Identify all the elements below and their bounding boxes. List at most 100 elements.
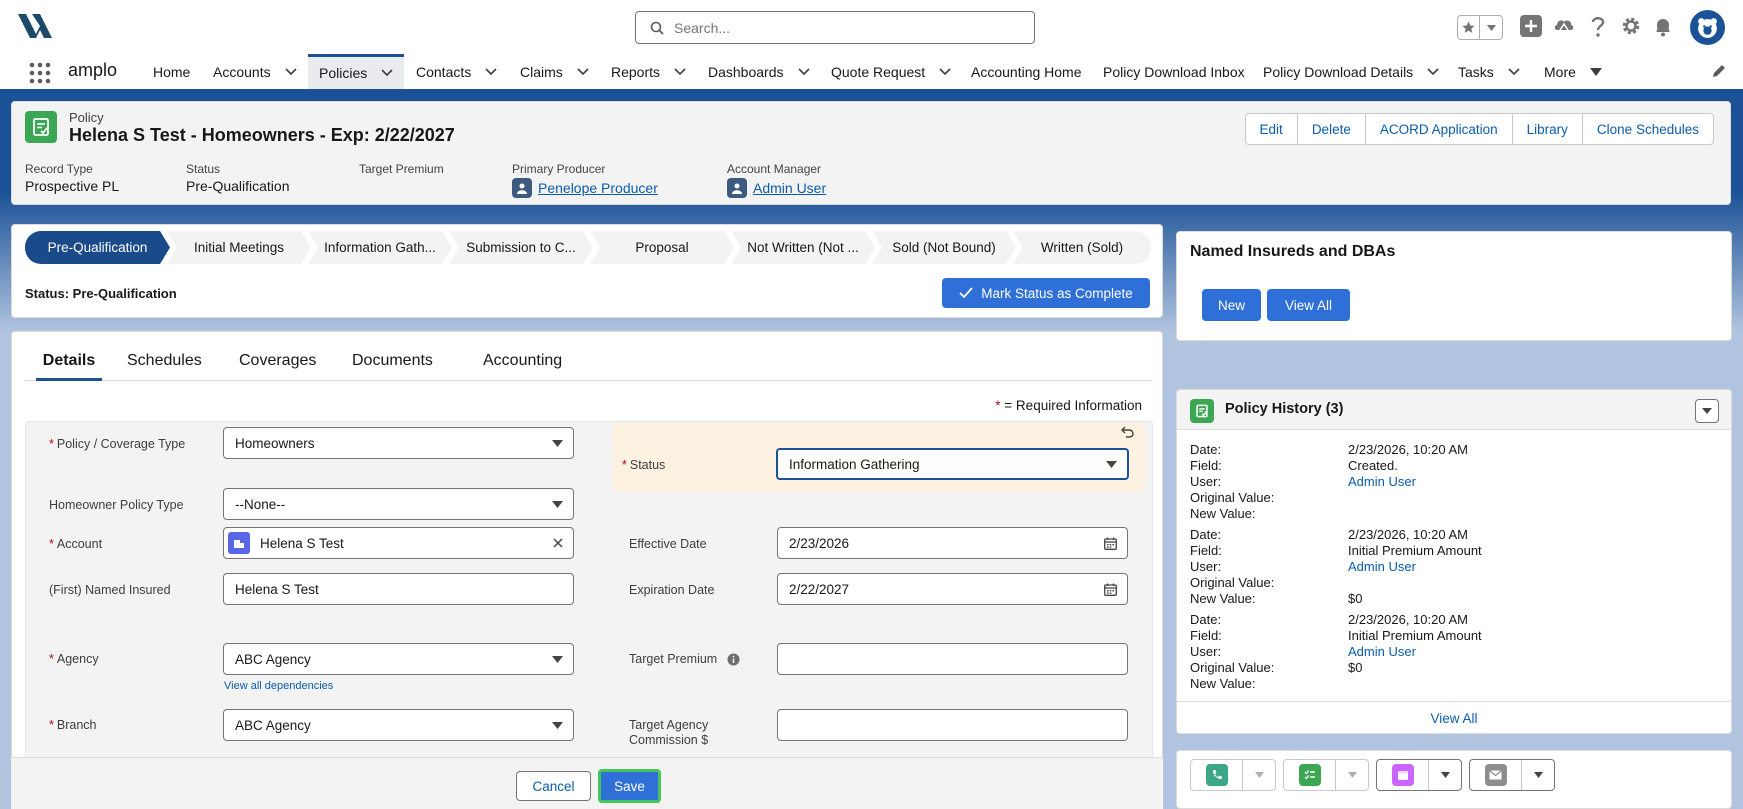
send-email-action[interactable]	[1469, 759, 1555, 791]
history-user-link[interactable]: Admin User	[1348, 559, 1416, 574]
checkmark-icon	[959, 287, 973, 299]
tab-accounting[interactable]: Accounting	[483, 352, 562, 381]
edit-nav-pencil-icon[interactable]	[1712, 64, 1726, 81]
tab-schedules[interactable]: Schedules	[127, 352, 202, 381]
acord-application-button[interactable]: ACORD Application	[1364, 113, 1513, 145]
nav-item-more[interactable]: More	[1544, 54, 1602, 89]
account-manager-link[interactable]: Admin User	[753, 180, 826, 196]
nav-item-policies[interactable]: Policies	[308, 54, 404, 89]
chevron-down-icon[interactable]	[577, 67, 589, 76]
favorites-dropdown-icon[interactable]	[1480, 16, 1502, 39]
target-premium-input[interactable]	[777, 643, 1128, 675]
path-step-information-gathering[interactable]: Information Gath...	[308, 231, 452, 264]
caret-down-icon[interactable]	[1336, 760, 1368, 790]
homeowner-policy-type-select[interactable]: --None--	[223, 488, 574, 520]
save-button[interactable]: Save	[598, 769, 661, 803]
new-named-insured-button[interactable]: New	[1202, 289, 1261, 321]
global-search[interactable]	[635, 11, 1035, 44]
nav-item-policy-download-details[interactable]: Policy Download Details	[1263, 54, 1439, 89]
tab-coverages[interactable]: Coverages	[239, 352, 316, 381]
path-step-submission[interactable]: Submission to C...	[449, 231, 593, 264]
agency-view-dependencies-link[interactable]: View all dependencies	[224, 680, 333, 692]
field-value: Pre-Qualification	[186, 178, 290, 194]
path-step-proposal[interactable]: Proposal	[590, 231, 734, 264]
edit-form: * Policy / Coverage Type Homeowners * Stat…	[25, 421, 1153, 808]
calendar-icon[interactable]	[1104, 528, 1117, 558]
expiration-date-input[interactable]: 2/22/2027	[777, 573, 1128, 605]
chevron-down-icon[interactable]	[797, 67, 810, 76]
history-user-link[interactable]: Admin User	[1348, 474, 1416, 489]
global-actions-plus-icon[interactable]	[1520, 15, 1542, 40]
caret-down-icon[interactable]	[1243, 760, 1275, 790]
view-all-named-insureds-button[interactable]: View All	[1267, 289, 1350, 321]
app-launcher-icon[interactable]	[29, 62, 51, 87]
caret-down-icon[interactable]	[1589, 67, 1602, 76]
chevron-down-icon[interactable]	[674, 67, 686, 76]
target-agency-commission-input[interactable]	[777, 709, 1128, 741]
history-user-link[interactable]: Admin User	[1348, 644, 1416, 659]
user-avatar[interactable]	[1690, 10, 1725, 45]
chevron-down-icon[interactable]	[1508, 67, 1520, 76]
primary-producer-link[interactable]: Penelope Producer	[538, 180, 658, 196]
nav-label: Contacts	[416, 63, 472, 80]
caret-down-icon[interactable]	[1522, 760, 1554, 790]
cancel-button[interactable]: Cancel	[516, 771, 591, 801]
help-icon[interactable]	[1590, 16, 1606, 41]
nav-item-claims[interactable]: Claims	[520, 54, 589, 89]
chevron-down-icon[interactable]	[1427, 67, 1439, 76]
calendar-icon[interactable]	[1104, 574, 1117, 604]
tab-documents[interactable]: Documents	[352, 352, 433, 381]
clone-schedules-button[interactable]: Clone Schedules	[1581, 113, 1714, 145]
policy-history-view-all-link[interactable]: View All	[1177, 711, 1731, 726]
library-button[interactable]: Library	[1511, 113, 1583, 145]
history-field: Created.	[1348, 458, 1398, 473]
mark-status-complete-button[interactable]: Mark Status as Complete	[942, 278, 1150, 308]
new-task-action[interactable]	[1283, 759, 1369, 791]
target-agency-commission-label: Target Agency Commission $	[629, 718, 709, 747]
nav-item-dashboards[interactable]: Dashboards	[708, 54, 810, 89]
path-step-written-sold[interactable]: Written (Sold)	[1013, 231, 1151, 264]
policy-coverage-type-select[interactable]: Homeowners	[223, 427, 574, 459]
search-input[interactable]	[674, 19, 1014, 36]
chevron-down-icon[interactable]	[939, 67, 951, 76]
chevron-down-icon[interactable]	[485, 67, 497, 76]
clear-icon[interactable]	[553, 528, 563, 558]
effective-date-input[interactable]: 2/23/2026	[777, 527, 1128, 559]
chevron-down-icon[interactable]	[381, 69, 393, 77]
nav-item-accounts[interactable]: Accounts	[213, 54, 297, 89]
select-value: Homeowners	[235, 435, 315, 451]
nav-item-contacts[interactable]: Contacts	[416, 54, 497, 89]
path-step-initial-meetings[interactable]: Initial Meetings	[167, 231, 311, 264]
star-icon[interactable]	[1458, 16, 1480, 39]
amplo-logo-icon[interactable]	[18, 12, 54, 43]
delete-button[interactable]: Delete	[1296, 113, 1366, 145]
policy-history-menu-icon[interactable]	[1695, 399, 1719, 423]
info-icon[interactable]	[727, 653, 740, 666]
nav-item-reports[interactable]: Reports	[611, 54, 686, 89]
new-event-action[interactable]	[1376, 759, 1462, 791]
favorites-button[interactable]	[1457, 15, 1503, 40]
path-step-sold-not-bound[interactable]: Sold (Not Bound)	[872, 231, 1016, 264]
undo-icon[interactable]	[1121, 425, 1135, 442]
nav-label: Dashboards	[708, 63, 784, 80]
account-lookup[interactable]: Helena S Test	[223, 527, 574, 559]
chevron-down-icon[interactable]	[285, 67, 297, 76]
named-insured-input[interactable]: Helena S Test	[223, 573, 574, 605]
nav-item-tasks[interactable]: Tasks	[1458, 54, 1520, 89]
nav-item-policy-download-inbox[interactable]: Policy Download Inbox	[1103, 54, 1245, 89]
caret-down-icon[interactable]	[1429, 760, 1461, 790]
nav-item-home[interactable]: Home	[153, 54, 190, 89]
branch-select[interactable]: ABC Agency	[223, 709, 574, 741]
path-step-not-written[interactable]: Not Written (Not ...	[731, 231, 875, 264]
log-call-action[interactable]	[1190, 759, 1276, 791]
edit-button[interactable]: Edit	[1244, 113, 1298, 145]
notifications-bell-icon[interactable]	[1654, 17, 1672, 40]
status-select[interactable]: Information Gathering	[776, 448, 1129, 480]
path-step-pre-qualification[interactable]: Pre-Qualification	[25, 231, 170, 264]
setup-gear-icon[interactable]	[1621, 16, 1641, 39]
nav-item-quote-request[interactable]: Quote Request	[831, 54, 951, 89]
tab-details[interactable]: Details	[36, 352, 102, 381]
nav-item-accounting-home[interactable]: Accounting Home	[971, 54, 1082, 89]
agency-select[interactable]: ABC Agency	[223, 643, 574, 675]
trailhead-icon[interactable]	[1553, 16, 1575, 39]
